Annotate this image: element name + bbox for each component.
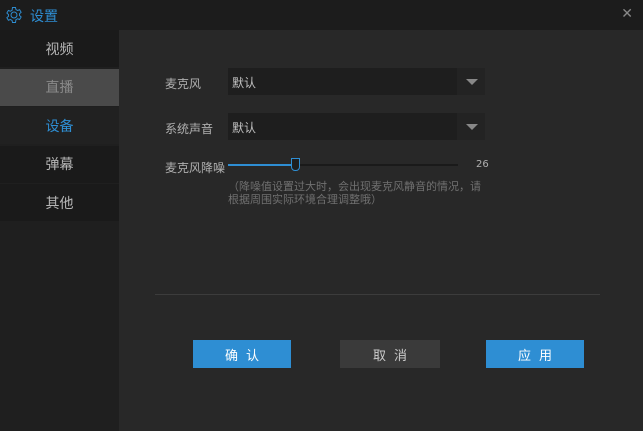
sidebar-item-device[interactable]: 设备 <box>0 107 119 144</box>
cancel-button[interactable]: 取消 <box>340 340 440 368</box>
title-bar: 设置 ✕ <box>0 0 643 30</box>
mic-label: 麦克风 <box>165 77 202 91</box>
sidebar-item-danmaku[interactable]: 弹幕 <box>0 145 119 183</box>
device-settings-panel: 麦克风 默认 系统声音 默认 麦克风降噪 26 （降噪值设置过大时，会出现麦克风… <box>119 30 643 431</box>
chevron-down-icon[interactable] <box>457 68 485 95</box>
apply-button[interactable]: 应用 <box>486 340 584 368</box>
sidebar-item-live[interactable]: 直播 <box>0 68 119 106</box>
slider-thumb[interactable] <box>290 158 300 171</box>
system-sound-select[interactable]: 默认 <box>228 113 485 140</box>
mic-select-value: 默认 <box>232 76 257 90</box>
sidebar-item-other[interactable]: 其他 <box>0 184 119 221</box>
confirm-button[interactable]: 确认 <box>193 340 291 368</box>
gear-icon <box>6 7 22 23</box>
chevron-down-icon[interactable] <box>457 113 485 140</box>
system-sound-select-value: 默认 <box>232 121 257 135</box>
window-title: 设置 <box>30 9 58 25</box>
noise-reduction-value: 26 <box>476 159 489 170</box>
sidebar: 视频 直播 设备 弹幕 其他 <box>0 30 119 431</box>
divider <box>155 294 600 295</box>
noise-reduction-slider[interactable] <box>228 158 458 171</box>
noise-reduction-hint: （降噪值设置过大时，会出现麦克风静音的情况，请根据周围实际环境合理调整哦） <box>228 180 481 206</box>
close-icon[interactable]: ✕ <box>621 6 633 22</box>
slider-fill <box>228 164 295 166</box>
mic-select[interactable]: 默认 <box>228 68 485 95</box>
noise-reduction-label: 麦克风降噪 <box>165 161 226 175</box>
system-sound-label: 系统声音 <box>165 122 214 136</box>
sidebar-item-video[interactable]: 视频 <box>0 30 119 67</box>
